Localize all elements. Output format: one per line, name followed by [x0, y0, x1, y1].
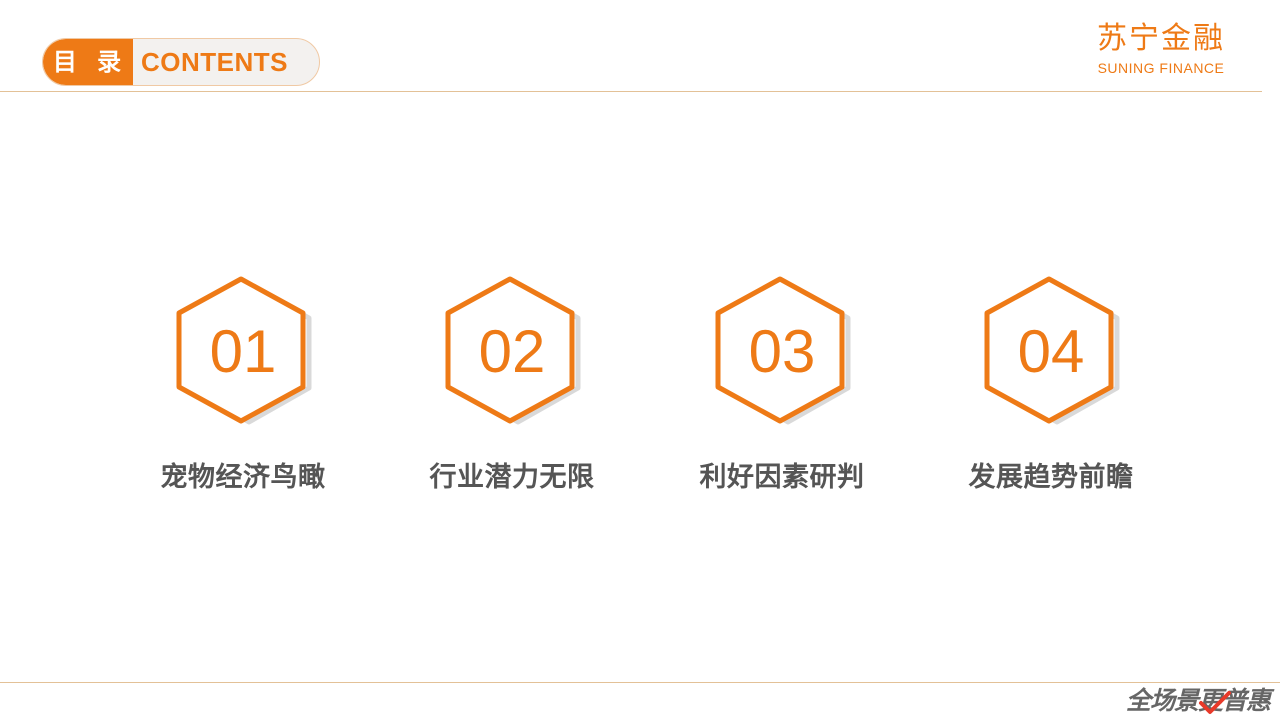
footer-divider [0, 682, 1280, 683]
toc-item-2[interactable]: 02 行业潜力无限 [412, 274, 612, 494]
brand-logo-cn: 苏宁金融 [1097, 21, 1225, 56]
hexagon-badge: 03 [712, 274, 852, 429]
header-divider [0, 91, 1262, 92]
toc-item-number: 01 [209, 318, 277, 385]
toc-item-number: 02 [478, 318, 546, 385]
section-title-en: CONTENTS [141, 47, 288, 77]
footer-slogan: 全场景更普惠 [1126, 684, 1271, 718]
slide: 目 录 CONTENTS 苏宁金融 SUNING FINANCE 01 宠物经济… [0, 0, 1280, 720]
toc-item-label: 行业潜力无限 [429, 462, 595, 493]
toc-item-label: 利好因素研判 [699, 462, 865, 493]
toc-item-3[interactable]: 03 利好因素研判 [682, 274, 882, 494]
brand-logo: 苏宁金融 SUNING FINANCE [1086, 22, 1236, 78]
brand-logo-en: SUNING FINANCE [1097, 60, 1225, 76]
hexagon-badge: 04 [981, 274, 1121, 429]
section-title-cn: 目 录 [43, 39, 133, 85]
toc-item-number: 03 [748, 318, 816, 385]
toc-item-label: 发展趋势前瞻 [968, 462, 1134, 493]
section-title-pill: 目 录 CONTENTS [42, 38, 320, 86]
toc-item-1[interactable]: 01 宠物经济鸟瞰 [143, 274, 343, 494]
toc-item-number: 04 [1017, 318, 1085, 385]
checkmark-icon [1198, 691, 1231, 714]
toc-item-4[interactable]: 04 发展趋势前瞻 [951, 274, 1151, 494]
toc-item-label: 宠物经济鸟瞰 [160, 462, 326, 493]
hexagon-badge: 02 [442, 274, 582, 429]
hexagon-badge: 01 [173, 274, 313, 429]
